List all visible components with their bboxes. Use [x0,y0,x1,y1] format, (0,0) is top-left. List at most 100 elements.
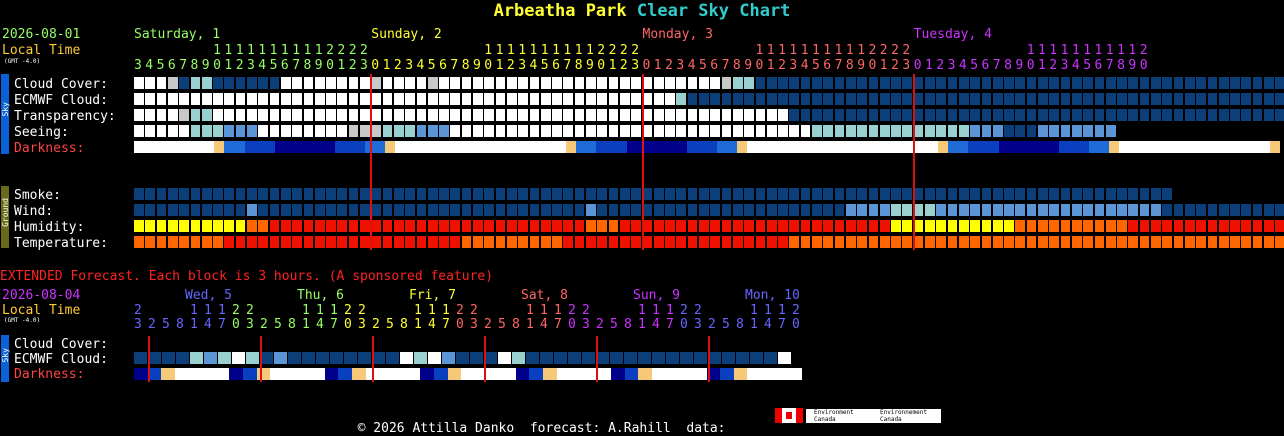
sky-cell [1207,93,1218,105]
sky-cell [1275,109,1284,121]
ground-cell [970,188,980,200]
sky-cell [879,93,890,105]
sky-cell [744,125,754,137]
hour-tens: 1 [235,43,244,58]
ground-cell [179,204,189,216]
ground-cell [1015,204,1026,216]
sky-cell [619,125,630,137]
darkness-cell [1189,141,1200,153]
ground-cell [1151,204,1161,216]
darkness-cell [596,141,607,153]
ground-cell [631,204,641,216]
ext-hour-ones: 2 [708,317,716,332]
ground-cell [1038,188,1048,200]
ground-cell [608,188,619,200]
hour-ones: 1 [224,58,233,73]
ground-cell [416,204,427,216]
ground-cell [631,188,641,200]
ground-cell [292,188,302,200]
ground-cell [755,220,766,232]
ground-cell [1218,204,1229,216]
sky-cell [653,93,664,105]
sky-cell [156,109,167,121]
ext-hour-ones: 5 [274,317,282,332]
sky-cell [1151,93,1161,105]
ext-hour-ones: 7 [330,317,338,332]
sky-cell [473,109,483,121]
ext-hour-tens: 1 [526,303,534,318]
sky-cell [439,93,449,105]
sky-cell [947,77,958,89]
hour-ones: 4 [258,58,267,73]
ground-cell [1196,204,1206,216]
sky-cell [1275,93,1284,105]
ground-cell [529,220,540,232]
ground-cell [619,204,630,216]
sky-cell [439,125,449,137]
ground-cell [371,204,382,216]
sky-cell [224,109,235,121]
ground-cell [823,236,834,248]
darkness-cell [395,141,406,153]
hour-ones: 1 [879,58,888,73]
sky-cell [190,109,201,121]
hour-ones: 3 [405,58,414,73]
darkness-cell [1078,141,1090,153]
ext-hour-tens: 1 [428,303,436,318]
sky-cell [902,93,913,105]
sky-cell [778,125,788,137]
ground-cell [563,236,574,248]
ground-cell [642,236,653,248]
ground-cell [665,220,675,232]
sky-row-label: Cloud Cover: [14,77,108,92]
ground-cell [326,188,336,200]
hour-tens: 2 [891,43,899,58]
ground-cell [427,204,438,216]
hour-ones: 2 [665,58,673,73]
darkness-cell [797,141,808,153]
ground-cell [552,188,562,200]
ground-cell [563,220,574,232]
ground-cell [1117,204,1127,216]
ground-cell [269,220,280,232]
sky-cell [992,77,1003,89]
sky-cell [936,109,947,121]
hour-tens: 1 [845,43,854,58]
ground-cell [891,220,901,232]
sky-cell [925,77,935,89]
extended-date: 2026-08-04 [2,288,81,303]
hour-ones: 6 [823,58,832,73]
sky-cell [473,93,483,105]
hour-ones: 3 [134,58,142,73]
sky-cell [1026,77,1037,89]
ground-cell [1162,188,1173,200]
ground-cell [902,204,913,216]
ground-cell [1049,204,1060,216]
sky-cell [563,125,574,137]
ground-cell [134,188,144,200]
ground-cell [518,188,528,200]
sky-cell [1218,109,1229,121]
ext-hour-tens: 2 [134,303,142,318]
ground-cell [461,188,472,200]
ground-cell [586,236,596,248]
ground-cell [732,204,743,216]
darkness-cell [767,141,778,153]
hour-tens: 1 [789,43,798,58]
ground-cell [145,220,156,232]
extended-notice: EXTENDED Forecast. Each block is 3 hours… [0,269,494,284]
ground-cell [450,204,461,216]
hour-ones: 4 [1071,58,1080,73]
hour-ones: 6 [1094,58,1103,73]
sky-cell [721,125,732,137]
ext-sky-cell [694,352,707,364]
darkness-cell [948,141,959,153]
ground-cell [597,188,608,200]
sky-cell [1049,109,1060,121]
ground-cell [540,220,551,232]
sky-cell [732,77,743,89]
ext-hour-tens: 1 [638,303,646,318]
ground-cell [348,204,359,216]
ground-cell [891,188,901,200]
hour-ones: 6 [552,58,560,73]
